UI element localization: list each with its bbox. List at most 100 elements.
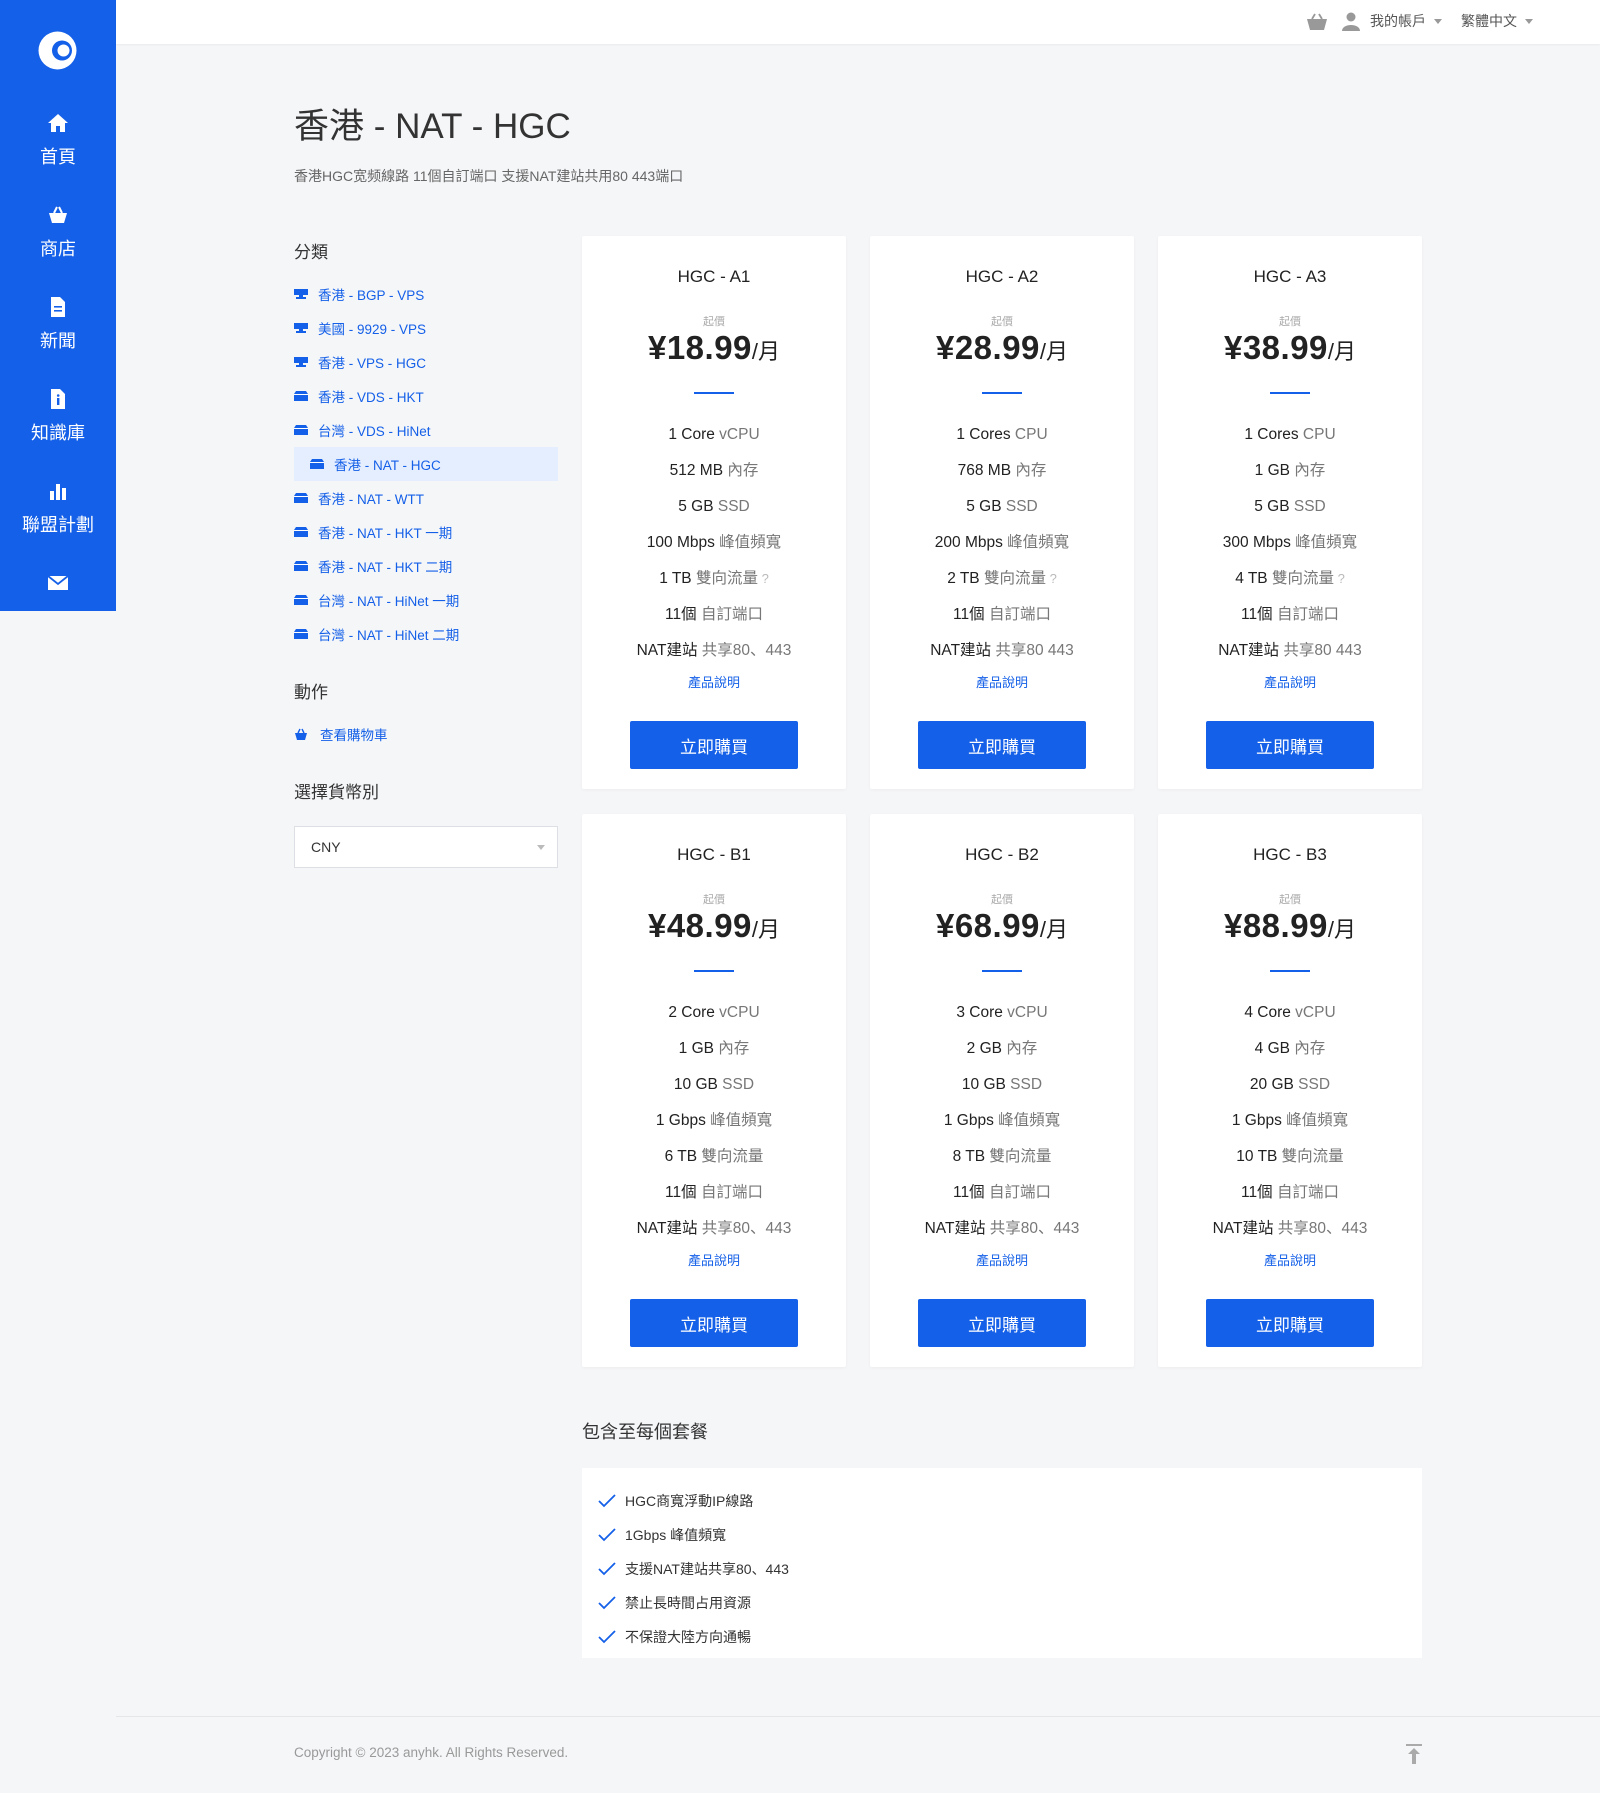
server-icon <box>294 323 308 333</box>
feature-key: SSD <box>1289 498 1326 515</box>
feature-key: 共享80、443 <box>985 1220 1080 1237</box>
price-amount: ¥68.99 <box>935 907 1040 944</box>
feature-key: vCPU <box>1290 1004 1336 1021</box>
view-cart-link[interactable]: 查看購物車 <box>294 724 388 744</box>
chevron-down-icon <box>1525 18 1533 24</box>
feature-value: 6 TB <box>664 1148 698 1165</box>
price-from-label: 起價 <box>991 894 1013 906</box>
feature-key: 共享80、443 <box>1273 1220 1368 1237</box>
help-icon[interactable]: ? <box>758 571 769 586</box>
buy-now-button[interactable]: 立即購買 <box>1206 721 1374 769</box>
price-period: /月 <box>751 917 781 942</box>
feature-key: 雙向流量 <box>985 1148 1052 1165</box>
product-description-link[interactable]: 產品說明 <box>582 1250 846 1269</box>
feature-key: 內存 <box>714 1040 750 1057</box>
included-item: 不保證大陸方向通暢 <box>598 1620 1406 1654</box>
nav-item-knowledgebase[interactable]: 知識庫 <box>0 371 116 463</box>
category-label: 香港 - NAT - WTT <box>318 492 424 507</box>
help-icon[interactable]: ? <box>1334 571 1345 586</box>
category-item[interactable]: 香港 - BGP - VPS <box>294 277 558 311</box>
product-description-link[interactable]: 產品說明 <box>870 672 1134 691</box>
feature-key: 雙向流量 <box>1277 1148 1344 1165</box>
product-feature: 768 MB 內存 <box>870 461 1134 497</box>
category-label: 香港 - BGP - VPS <box>318 288 425 303</box>
cart-icon[interactable] <box>1306 12 1328 32</box>
feature-value: 100 Mbps <box>646 534 715 551</box>
category-item-active[interactable]: 香港 - NAT - HGC <box>294 447 558 481</box>
feature-value: 11個 <box>665 606 697 623</box>
account-menu[interactable]: 我的帳戶 <box>1342 11 1442 31</box>
feature-key: 自訂端口 <box>984 606 1051 623</box>
included-item: 1Gbps 峰值頻寬 <box>598 1518 1406 1552</box>
product-feature: 10 GB SSD <box>870 1075 1134 1111</box>
page-title: 香港 - NAT - HGC <box>294 107 571 146</box>
product-description-link[interactable]: 產品說明 <box>582 672 846 691</box>
product-feature: 300 Mbps 峰值頻寬 <box>1158 533 1422 569</box>
included-list: HGC商寬浮動IP線路 1Gbps 峰值頻寬 支援NAT建站共享80、443 禁止長時… <box>582 1468 1422 1658</box>
product-feature: 4 TB 雙向流量 ? <box>1158 569 1422 605</box>
nav-item-home[interactable]: 首頁 <box>0 95 116 187</box>
category-item[interactable]: 美國 - 9929 - VPS <box>294 311 558 345</box>
product-price: ¥88.99/月 <box>1158 907 1422 945</box>
feature-value: 1 Core <box>668 426 715 443</box>
product-feature: 512 MB 內存 <box>582 461 846 497</box>
feature-value: NAT建站 <box>1218 642 1280 659</box>
bar-chart-icon <box>50 484 66 500</box>
included-item-label: 不保證大陸方向通暢 <box>625 1629 751 1645</box>
feature-list: 1 Cores CPU 1 GB 內存 5 GB SSD 300 Mbps 峰值頻寬 4… <box>1158 425 1422 677</box>
buy-now-button[interactable]: 立即購買 <box>918 721 1086 769</box>
feature-value: 300 Mbps <box>1222 534 1291 551</box>
product-name: HGC - A2 <box>965 267 1039 286</box>
nav-item-affiliate[interactable]: 聯盟計劃 <box>0 463 116 555</box>
product-feature: 1 Gbps 峰值頻寬 <box>1158 1111 1422 1147</box>
category-item[interactable]: 香港 - VDS - HKT <box>294 379 558 413</box>
feature-value: 4 Core <box>1244 1004 1291 1021</box>
back-to-top-icon[interactable] <box>1404 1743 1424 1765</box>
feature-key: 雙向流量 <box>691 570 758 587</box>
category-item[interactable]: 台灣 - NAT - HiNet 一期 <box>294 583 558 617</box>
product-feature: 3 Core vCPU <box>870 1003 1134 1039</box>
buy-now-button[interactable]: 立即購買 <box>918 1299 1086 1347</box>
feature-key: CPU <box>1010 426 1048 443</box>
feature-key: SSD <box>1001 498 1038 515</box>
category-item[interactable]: 香港 - NAT - HKT 一期 <box>294 515 558 549</box>
price-divider <box>1270 392 1310 394</box>
brand-logo[interactable] <box>37 30 78 71</box>
product-description-link[interactable]: 產品說明 <box>870 1250 1134 1269</box>
feature-key: 雙向流量 <box>1267 570 1334 587</box>
product-name: HGC - B3 <box>1253 845 1327 864</box>
chevron-down-icon <box>537 845 545 850</box>
nav-item-contact[interactable] <box>0 555 116 611</box>
nav-label: 知識庫 <box>31 423 85 443</box>
nav-item-news[interactable]: 新聞 <box>0 279 116 371</box>
feature-value: 200 Mbps <box>934 534 1003 551</box>
product-feature: 1 Cores CPU <box>870 425 1134 461</box>
buy-now-button[interactable]: 立即購買 <box>630 1299 798 1347</box>
currency-heading: 選擇貨幣別 <box>294 783 379 802</box>
category-item[interactable]: 台灣 - VDS - HiNet <box>294 413 558 447</box>
feature-value: 1 Gbps <box>943 1112 994 1129</box>
top-bar: 我的帳戶 繁體中文 <box>116 0 1600 44</box>
nav-item-store[interactable]: 商店 <box>0 187 116 279</box>
price-amount: ¥48.99 <box>647 907 752 944</box>
help-icon[interactable]: ? <box>1046 571 1057 586</box>
category-item[interactable]: 台灣 - NAT - HiNet 二期 <box>294 617 558 651</box>
box-icon <box>294 493 308 503</box>
category-item[interactable]: 香港 - NAT - HKT 二期 <box>294 549 558 583</box>
server-icon <box>294 289 308 299</box>
box-icon <box>294 425 308 435</box>
buy-now-button[interactable]: 立即購買 <box>1206 1299 1374 1347</box>
category-label: 美國 - 9929 - VPS <box>318 322 427 337</box>
language-menu[interactable]: 繁體中文 <box>1461 11 1533 31</box>
account-label: 我的帳戶 <box>1370 13 1426 29</box>
category-item[interactable]: 香港 - VPS - HGC <box>294 345 558 379</box>
actions-heading: 動作 <box>294 683 328 702</box>
buy-now-button[interactable]: 立即購買 <box>630 721 798 769</box>
product-description-link[interactable]: 產品說明 <box>1158 672 1422 691</box>
category-item[interactable]: 香港 - NAT - WTT <box>294 481 558 515</box>
feature-value: 1 Gbps <box>655 1112 706 1129</box>
product-feature: 1 GB 內存 <box>582 1039 846 1075</box>
feature-key: SSD <box>717 1076 755 1093</box>
currency-select[interactable]: CNY <box>294 826 558 868</box>
product-description-link[interactable]: 產品說明 <box>1158 1250 1422 1269</box>
